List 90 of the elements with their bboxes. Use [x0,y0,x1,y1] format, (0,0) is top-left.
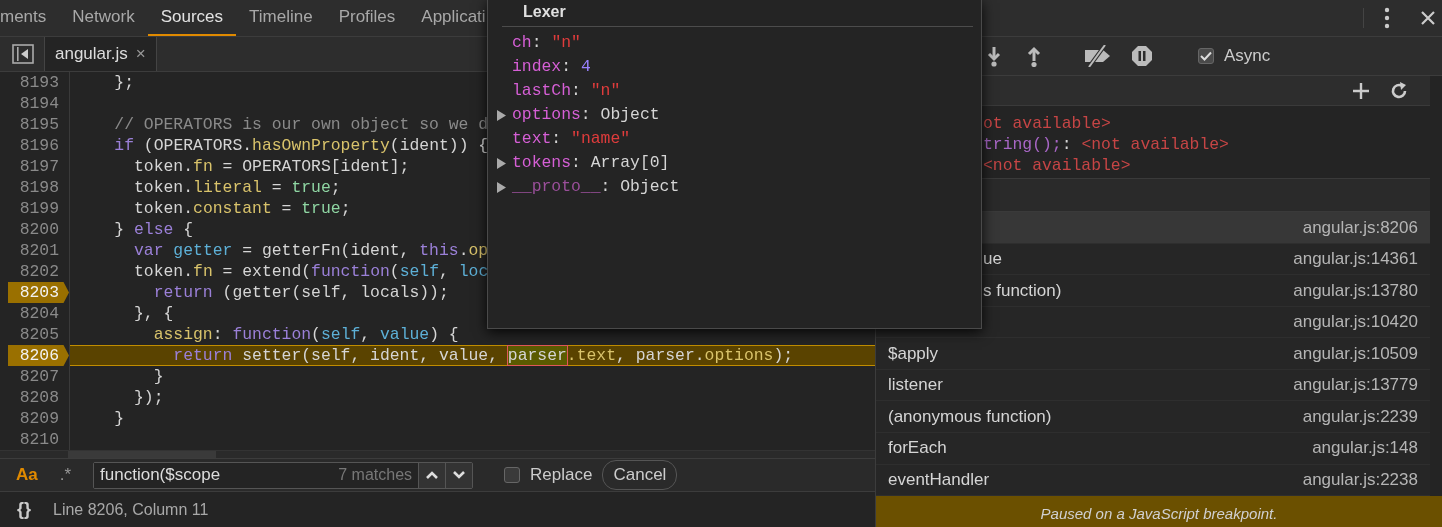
code-line: }; [113,72,135,93]
function-name: (anonymous function) [888,405,1052,428]
regex-toggle[interactable]: .* [59,462,72,488]
object-property: __proto__: Object [512,176,680,198]
source-location: angular.js:10420 [1293,311,1418,334]
source-location: angular.js:8206 [1302,216,1418,239]
panel-tab[interactable]: Profiles [325,0,409,36]
line-number: 8195 [18,114,60,135]
source-location: angular.js:2238 [1302,469,1418,492]
source-location: angular.js:10509 [1293,342,1418,365]
code-line: token.constant = true; [133,198,351,219]
object-property: text: "name" [512,128,631,150]
line-number: 8198 [18,177,60,198]
add-icon[interactable] [1352,81,1370,100]
function-name: s function) [983,279,1062,302]
function-name: $apply [888,342,939,365]
expand-triangle-icon[interactable] [496,156,507,170]
panel-tab[interactable]: Applicati [408,0,499,36]
step-into-icon[interactable] [986,45,1002,67]
code-line: }, { [133,303,174,324]
match-case-toggle[interactable]: Aa [16,462,38,488]
code-line: token.literal = true; [133,177,341,198]
breakpoint-marker[interactable]: 8206 [8,345,69,366]
sidebar-toggle-icon[interactable] [12,44,34,64]
watch-expression: ot available> [983,113,1112,134]
watch-expression: <not available> [983,155,1132,176]
line-number: 8208 [18,387,60,408]
line-number: 8202 [18,261,60,282]
line-number: 8200 [18,219,60,240]
code-line: token.fn = extend(function(self, loc [133,261,489,282]
cancel-button[interactable]: Cancel [602,460,678,490]
source-location: angular.js:14361 [1293,248,1418,271]
code-line: // OPERATORS is our own object so we d [113,114,489,135]
file-tab[interactable]: angular.js × [44,37,157,71]
watch-expression: tring();: <not available> [983,134,1230,155]
source-location: angular.js:148 [1312,437,1418,460]
async-label: Async [1224,45,1271,68]
panel-tab[interactable]: ments [0,0,60,36]
line-number: 8199 [18,198,60,219]
panel-tab[interactable]: Network [59,0,148,36]
pause-icon[interactable] [1131,45,1153,67]
async-checkbox[interactable] [1198,48,1214,64]
more-menu-icon[interactable] [1384,7,1390,29]
object-property: ch: "n" [512,32,581,54]
refresh-icon[interactable] [1390,81,1408,100]
function-name: forEach [888,437,947,460]
cursor-position: Line 8206, Column 11 [53,499,209,520]
line-number: 8210 [18,429,60,450]
code-line: var getter = getterFn(ident, this.op [133,240,489,261]
deactivate-breakpoints-icon[interactable] [1083,45,1111,67]
close-tab-button[interactable]: × [135,41,146,67]
close-icon[interactable] [1420,10,1436,26]
object-property: index: 4 [512,56,591,78]
object-property: lastCh: "n" [512,80,621,102]
function-name: ue [983,248,1002,271]
code-line: }); [133,387,164,408]
paused-message: Paused on a JavaScript breakpoint. [1040,503,1278,524]
source-location: angular.js:2239 [1302,405,1418,428]
line-number: 8207 [18,366,60,387]
line-number: 8196 [18,135,60,156]
code-line: } else { [113,219,194,240]
source-location: angular.js:13779 [1293,374,1418,397]
code-line: assign: function(self, value) { [152,324,459,345]
breakpoint-marker[interactable]: 8203 [8,282,69,303]
line-number: 8204 [18,303,60,324]
line-number: 8193 [18,72,60,93]
code-line: token.fn = OPERATORS[ident]; [133,156,410,177]
function-name: listener [888,374,943,397]
code-line: if (OPERATORS.hasOwnProperty(ident)) { [113,135,489,156]
code-line: return (getter(self, locals)); [152,282,449,303]
source-location: angular.js:13780 [1293,279,1418,302]
step-out-icon[interactable] [1026,45,1042,67]
replace-checkbox[interactable] [504,467,521,483]
pretty-print-button[interactable]: {} [17,496,31,523]
code-line: } [152,366,164,387]
line-number: 8197 [18,156,60,177]
popover-title: Lexer [522,4,566,22]
object-property: options: Object [512,104,660,126]
expand-triangle-icon[interactable] [496,108,507,122]
expand-triangle-icon[interactable] [496,180,507,194]
code-line: } [113,408,125,429]
panel-tab[interactable]: Timeline [236,0,326,36]
replace-label: Replace [530,464,593,487]
function-name: eventHandler [888,469,990,492]
line-number: 8201 [18,240,60,261]
scrollbar-thumb[interactable] [68,451,216,458]
line-number: 8205 [18,324,60,345]
object-property: tokens: Array[0] [512,152,670,174]
line-number: 8209 [18,408,60,429]
line-number: 8194 [18,93,60,114]
